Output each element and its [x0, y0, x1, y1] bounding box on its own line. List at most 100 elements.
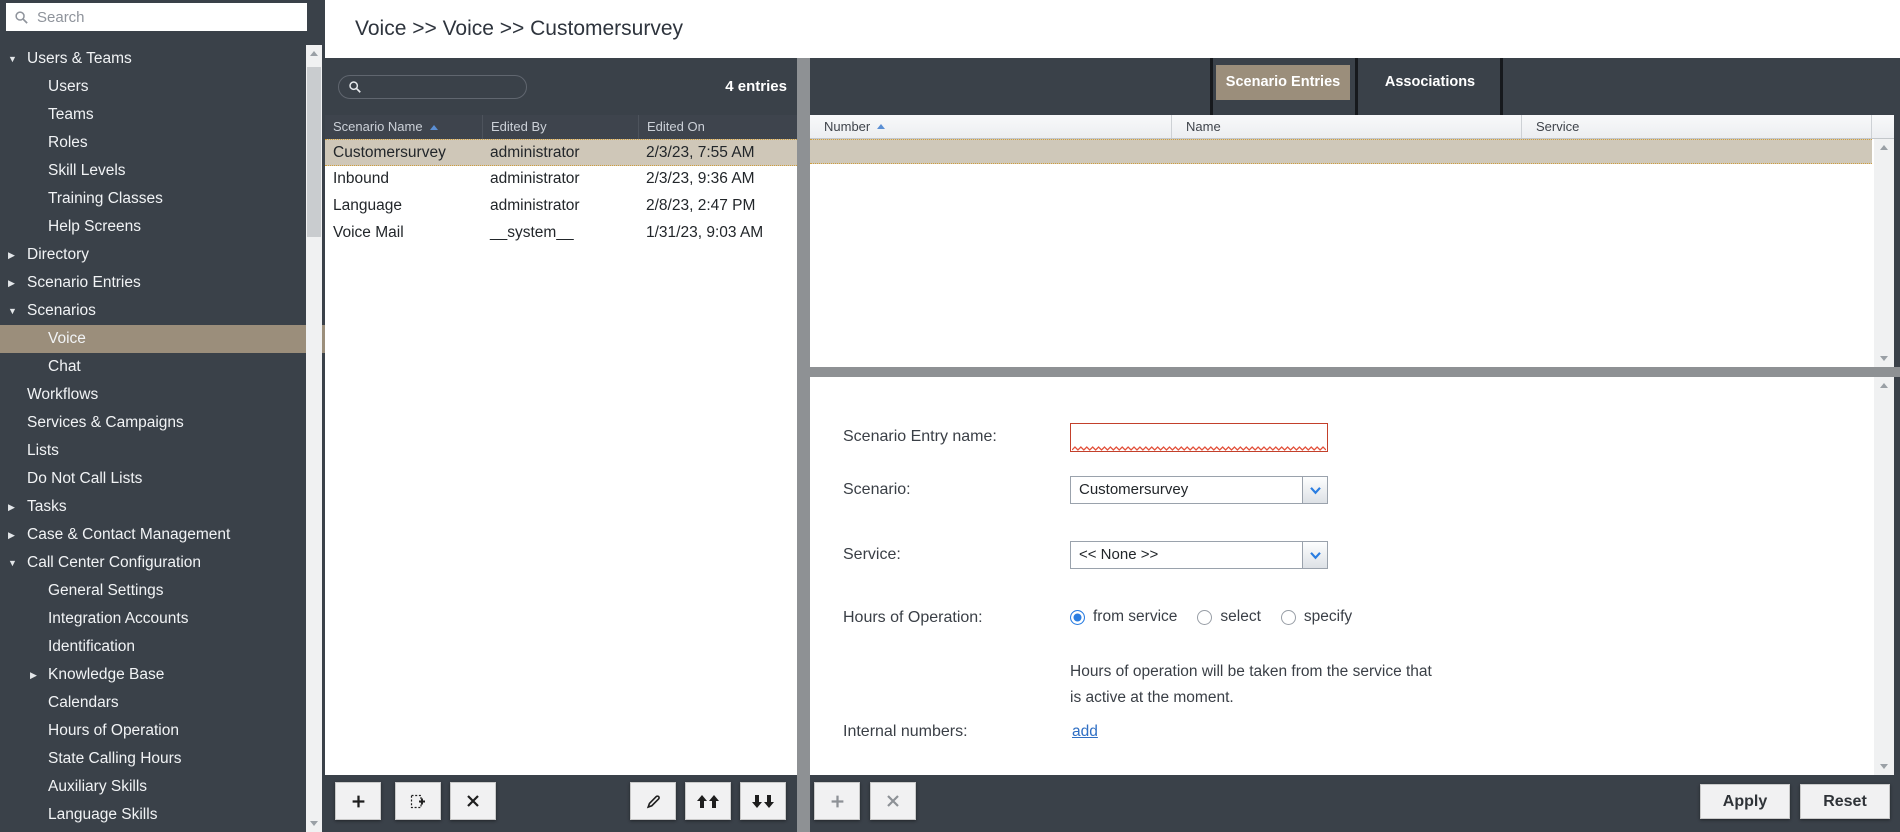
column-service[interactable]: Service: [1522, 115, 1872, 138]
tree-arrow-icon[interactable]: ▶: [8, 269, 24, 297]
sidebar-item-identification[interactable]: Identification: [0, 633, 325, 661]
table-row-voice-mail[interactable]: Voice Mail __system__ 1/31/23, 9:03 AM: [325, 220, 797, 247]
plus-icon: [352, 795, 364, 807]
associations-scrollbar[interactable]: [1874, 139, 1894, 367]
form-scrollbar[interactable]: [1874, 377, 1894, 775]
cell-edited-on: 2/3/23, 9:36 AM: [646, 170, 755, 187]
sidebar-item-label: Lists: [27, 442, 59, 459]
list-search-input[interactable]: [362, 79, 559, 95]
sidebar-item-directory[interactable]: ▶ Directory: [0, 241, 325, 269]
edit-button[interactable]: [630, 782, 676, 820]
sidebar-item-teams[interactable]: Teams: [0, 101, 325, 129]
scroll-down-icon[interactable]: [1880, 764, 1888, 769]
scroll-up-icon[interactable]: [1880, 145, 1888, 150]
column-edited-on[interactable]: Edited On: [638, 115, 797, 139]
column-edited-by[interactable]: Edited By: [482, 115, 638, 139]
tab-scenario-entries[interactable]: Scenario Entries: [1216, 65, 1350, 100]
radio-icon[interactable]: [1070, 609, 1085, 625]
column-scenario-name[interactable]: Scenario Name: [325, 115, 482, 139]
add-internal-number-link[interactable]: add: [1072, 722, 1098, 742]
sidebar-item-hours-of-operation[interactable]: Hours of Operation: [0, 717, 325, 745]
tabs-bar: Scenario Entries Associations: [810, 58, 1900, 115]
vertical-splitter[interactable]: [797, 58, 810, 832]
horizontal-splitter[interactable]: [810, 367, 1900, 377]
delete-association-button[interactable]: [870, 782, 916, 820]
sidebar-item-general-settings[interactable]: General Settings: [0, 577, 325, 605]
sidebar-search-input[interactable]: [29, 7, 307, 27]
sidebar-item-do-not-call-lists[interactable]: Do Not Call Lists: [0, 465, 325, 493]
sidebar-item-integration-accounts[interactable]: Integration Accounts: [0, 605, 325, 633]
sidebar-item-chat[interactable]: Chat: [0, 353, 325, 381]
scroll-up-icon[interactable]: [310, 51, 318, 56]
sidebar-item-label: Services & Campaigns: [27, 414, 184, 431]
sidebar-item-scenario-entries[interactable]: ▶ Scenario Entries: [0, 269, 325, 297]
scenario-entry-name-input[interactable]: [1070, 423, 1328, 452]
table-row-customersurvey[interactable]: Customersurvey administrator 2/3/23, 7:5…: [325, 139, 797, 166]
sidebar-item-voice[interactable]: Voice: [0, 325, 325, 353]
sidebar-item-scenarios[interactable]: ▼ Scenarios: [0, 297, 325, 325]
sidebar-item-help-screens[interactable]: Help Screens: [0, 213, 325, 241]
column-number[interactable]: Number: [810, 115, 1172, 138]
sidebar-item-label: Hours of Operation: [48, 722, 179, 739]
sidebar-scrollbar[interactable]: [306, 45, 322, 832]
sidebar-item-workflows[interactable]: Workflows: [0, 381, 325, 409]
sidebar-item-language-skills[interactable]: Language Skills: [0, 801, 325, 829]
radio-option-select[interactable]: select: [1197, 608, 1261, 626]
sidebar-item-training-classes[interactable]: Training Classes: [0, 185, 325, 213]
list-search[interactable]: [338, 75, 559, 99]
sidebar-item-tasks[interactable]: ▶ Tasks: [0, 493, 325, 521]
add-from-template-button[interactable]: [395, 782, 441, 820]
tree-arrow-icon[interactable]: ▶: [8, 521, 24, 549]
column-name[interactable]: Name: [1172, 115, 1522, 138]
sidebar-item-call-center-configuration[interactable]: ▼ Call Center Configuration: [0, 549, 325, 577]
chevron-down-icon[interactable]: [1302, 477, 1327, 503]
column-label: Service: [1536, 118, 1580, 134]
sidebar-item-calendars[interactable]: Calendars: [0, 689, 325, 717]
scroll-down-icon[interactable]: [310, 821, 318, 826]
table-row-inbound[interactable]: Inbound administrator 2/3/23, 9:36 AM: [325, 166, 797, 193]
tree-arrow-icon[interactable]: ▼: [8, 45, 24, 73]
scenario-list-panel: 4 entries Scenario Name Edited By Edited…: [325, 58, 797, 832]
sidebar-search[interactable]: [6, 3, 307, 31]
scenario-select[interactable]: Customersurvey: [1070, 476, 1328, 504]
radio-option-from-service[interactable]: from service: [1070, 608, 1177, 626]
sidebar-item-services-campaigns[interactable]: Services & Campaigns: [0, 409, 325, 437]
service-label: Service:: [843, 546, 901, 563]
add-button[interactable]: [335, 782, 381, 820]
sidebar-item-label: Workflows: [27, 386, 99, 403]
sidebar-item-users[interactable]: Users: [0, 73, 325, 101]
sidebar-item-state-calling-hours[interactable]: State Calling Hours: [0, 745, 325, 773]
sidebar-item-auxiliary-skills[interactable]: Auxiliary Skills: [0, 773, 325, 801]
cell-edited-on: 2/8/23, 2:47 PM: [646, 197, 756, 214]
sidebar-item-lists[interactable]: Lists: [0, 437, 325, 465]
sidebar-item-users-teams[interactable]: ▼ Users & Teams: [0, 45, 325, 73]
tree-arrow-icon[interactable]: ▶: [30, 661, 46, 689]
sidebar-item-skill-levels[interactable]: Skill Levels: [0, 157, 325, 185]
radio-option-specify[interactable]: specify: [1280, 608, 1352, 626]
radio-icon[interactable]: [1197, 609, 1213, 625]
service-select[interactable]: << None >>: [1070, 541, 1328, 569]
chevron-down-icon[interactable]: [1302, 542, 1327, 568]
scroll-down-icon[interactable]: [1880, 356, 1888, 361]
move-up-button[interactable]: [685, 782, 731, 820]
delete-button[interactable]: [450, 782, 496, 820]
radio-icon[interactable]: [1280, 609, 1296, 625]
reset-button[interactable]: Reset: [1800, 784, 1890, 819]
apply-button[interactable]: Apply: [1700, 784, 1790, 819]
add-association-button[interactable]: [814, 782, 860, 820]
tree-arrow-icon[interactable]: ▶: [8, 241, 24, 269]
scroll-up-icon[interactable]: [1880, 383, 1888, 388]
tree-arrow-icon[interactable]: ▼: [8, 297, 24, 325]
sidebar-item-label: Case & Contact Management: [27, 526, 231, 543]
sidebar-item-knowledge-base[interactable]: ▶ Knowledge Base: [0, 661, 325, 689]
tab-associations[interactable]: Associations: [1363, 65, 1497, 100]
selected-empty-row[interactable]: [810, 139, 1872, 164]
scenario-entry-form: Scenario Entry name: Scenario: Customers…: [810, 377, 1894, 775]
table-row-language[interactable]: Language administrator 2/8/23, 2:47 PM: [325, 193, 797, 220]
sidebar-item-roles[interactable]: Roles: [0, 129, 325, 157]
scroll-thumb[interactable]: [307, 67, 321, 237]
tree-arrow-icon[interactable]: ▶: [8, 493, 24, 521]
sidebar-item-case-contact-management[interactable]: ▶ Case & Contact Management: [0, 521, 325, 549]
tree-arrow-icon[interactable]: ▼: [8, 549, 24, 577]
move-down-button[interactable]: [740, 782, 786, 820]
